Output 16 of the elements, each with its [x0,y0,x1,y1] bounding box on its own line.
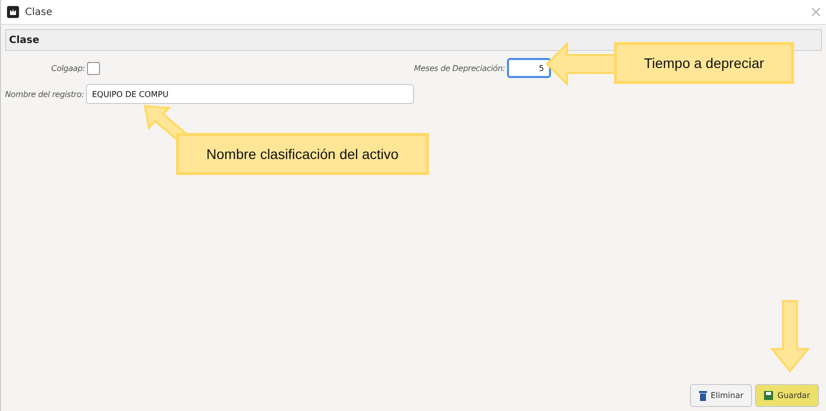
months-field[interactable]: 5 [507,58,551,78]
left-arrow [545,42,617,86]
months-label: Meses de Depreciación: [413,64,506,72]
name-field[interactable]: EQUIPO DE COMPU [86,84,414,104]
save-button[interactable]: Guardar [755,384,819,407]
colgaap-checkbox[interactable] [87,62,100,74]
window-title: Clase [25,6,52,18]
close-icon[interactable] [812,5,820,19]
callout-label: Nombre clasificación del activo [176,133,429,175]
colgaap-label: Colgaap: [50,64,86,72]
trash-icon [698,390,707,400]
section-title: Clase [9,34,40,46]
delete-button[interactable]: Eliminar [690,384,752,407]
name-label: Nombre del registro: [5,90,85,98]
app-logo-icon [7,6,19,18]
callout-label: Tiempo a depreciar [614,42,794,84]
